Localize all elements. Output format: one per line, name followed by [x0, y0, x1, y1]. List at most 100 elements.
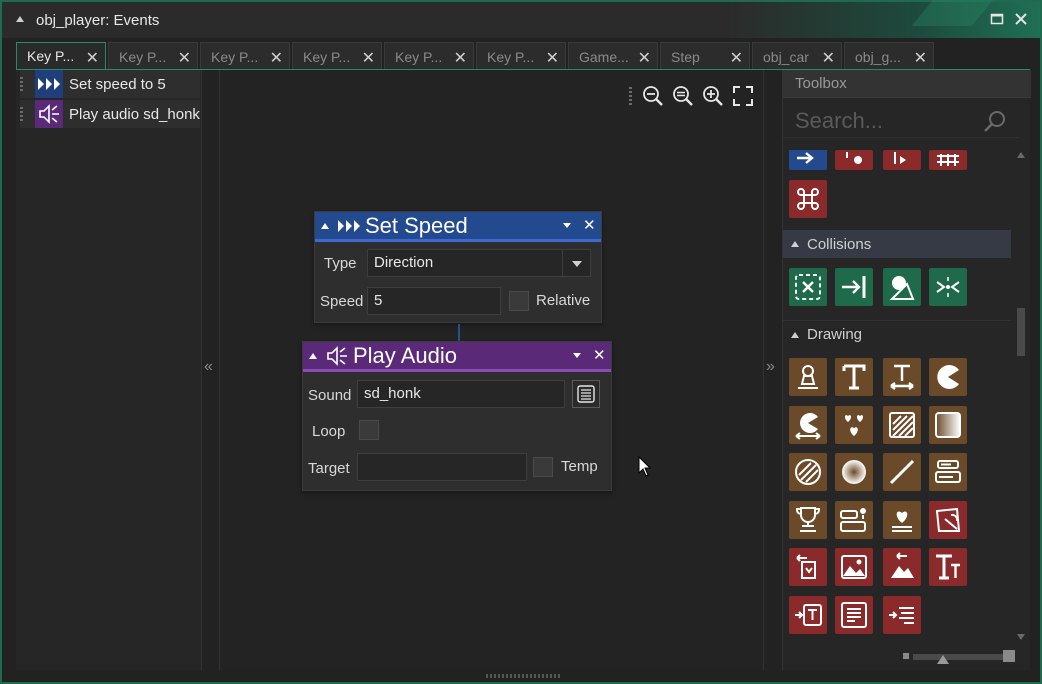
jump-to-icon[interactable]: [789, 150, 827, 170]
zoom-out-button[interactable]: [640, 83, 666, 109]
tab-close-icon[interactable]: ✕: [822, 48, 835, 68]
draw-lives-icon[interactable]: [835, 406, 873, 444]
draw-gradient-icon[interactable]: [929, 406, 967, 444]
tab-game[interactable]: Game... ✕: [568, 42, 658, 70]
tab-key-press-3[interactable]: Key P... ✕: [200, 42, 290, 70]
draw-tiled-icon[interactable]: [883, 406, 921, 444]
tab-key-press-5[interactable]: Key P... ✕: [384, 42, 474, 70]
draw-sprite-transformed-icon[interactable]: [789, 548, 827, 586]
collapse-category-icon[interactable]: [791, 331, 799, 338]
zoom-reset-button[interactable]: [670, 83, 696, 109]
block-close-icon[interactable]: ✕: [593, 346, 606, 364]
move-to-contact-icon[interactable]: [835, 268, 873, 306]
tab-key-press-2[interactable]: Key P... ✕: [108, 42, 198, 70]
path-start-icon[interactable]: [883, 150, 921, 170]
draw-pie-scaled-icon[interactable]: [789, 406, 827, 444]
scrollbar-thumb[interactable]: [1017, 308, 1025, 356]
slider-handle[interactable]: [937, 655, 949, 664]
target-input[interactable]: [357, 453, 527, 481]
fit-view-button[interactable]: [730, 83, 756, 109]
toolbar-grip-icon[interactable]: [629, 87, 632, 105]
toolbox-search-input[interactable]: Search...: [783, 102, 1019, 138]
draw-ellipse-gradient-icon[interactable]: [835, 453, 873, 491]
set-speed-block[interactable]: Set Speed ✕ Type Direction Speed 5 Relat…: [314, 211, 602, 323]
draw-text-transformed-icon[interactable]: [929, 548, 967, 586]
draw-healthbar-icon[interactable]: [929, 358, 967, 396]
relative-checkbox[interactable]: [509, 291, 529, 311]
text-align-icon[interactable]: [835, 596, 873, 634]
draw-text-icon[interactable]: [835, 358, 873, 396]
draw-instance-var-icon[interactable]: [835, 501, 873, 539]
block-close-icon[interactable]: ✕: [583, 216, 596, 234]
drag-handle-icon[interactable]: [20, 107, 23, 121]
loop-checkbox[interactable]: [359, 420, 379, 440]
maximize-button[interactable]: [988, 12, 1006, 30]
draw-sprite-icon[interactable]: [929, 501, 967, 539]
collapse-block-icon[interactable]: [309, 352, 317, 359]
draw-text-scaled-icon[interactable]: [883, 358, 921, 396]
draw-self-icon[interactable]: [789, 358, 827, 396]
toolbox-scrollbar[interactable]: [1015, 150, 1027, 640]
action-list-item-play-audio[interactable]: Play audio sd_honk: [20, 100, 200, 128]
resize-grip[interactable]: [486, 674, 562, 678]
draw-line-icon[interactable]: [883, 453, 921, 491]
sound-input[interactable]: sd_honk: [357, 380, 565, 408]
collision-point-icon[interactable]: [883, 268, 921, 306]
collision-check-icon[interactable]: [789, 268, 827, 306]
set-speed-block-header[interactable]: Set Speed ✕: [315, 212, 601, 242]
drag-handle-icon[interactable]: [20, 77, 23, 91]
tab-close-icon[interactable]: ✕: [730, 48, 743, 68]
search-icon[interactable]: [983, 109, 1007, 138]
icon-size-slider[interactable]: [903, 650, 1015, 664]
collapse-category-icon[interactable]: [791, 241, 799, 247]
tab-close-icon[interactable]: ✕: [638, 48, 651, 68]
text-valign-icon[interactable]: [883, 596, 921, 634]
tab-close-icon[interactable]: ✕: [270, 48, 283, 68]
draw-image-icon[interactable]: [835, 548, 873, 586]
tab-close-icon[interactable]: ✕: [914, 48, 927, 68]
scroll-down-icon[interactable]: [1017, 634, 1025, 640]
tab-close-icon[interactable]: ✕: [454, 48, 467, 68]
path-point-icon[interactable]: [835, 150, 873, 170]
tab-close-icon[interactable]: ✕: [362, 48, 375, 68]
path-track-icon[interactable]: [929, 150, 967, 170]
collapse-window-icon[interactable]: [16, 16, 24, 22]
draw-ellipse-icon[interactable]: [789, 453, 827, 491]
tab-key-press-1[interactable]: Key P... ✕: [16, 42, 106, 70]
tab-close-icon[interactable]: ✕: [86, 48, 99, 68]
tab-step[interactable]: Step ✕: [660, 42, 750, 70]
close-window-button[interactable]: [1012, 12, 1030, 30]
zoom-in-button[interactable]: [700, 83, 726, 109]
type-select[interactable]: Direction: [367, 249, 591, 278]
resource-picker-button[interactable]: [572, 380, 600, 408]
draw-variable-icon[interactable]: [929, 453, 967, 491]
play-audio-block[interactable]: Play Audio ✕ Sound sd_honk Loop Target T…: [302, 341, 612, 491]
scroll-up-icon[interactable]: [1017, 152, 1025, 158]
set-text-icon[interactable]: [789, 596, 827, 634]
speed-input[interactable]: 5: [367, 287, 501, 315]
tab-close-icon[interactable]: ✕: [178, 48, 191, 68]
draw-background-icon[interactable]: [883, 548, 921, 586]
bounce-icon[interactable]: [929, 268, 967, 306]
collapse-left-icon[interactable]: «: [204, 358, 213, 376]
block-menu-icon[interactable]: [573, 353, 581, 358]
collapse-right-icon[interactable]: »: [766, 358, 775, 376]
draw-health-icon[interactable]: [883, 501, 921, 539]
action-list-item-set-speed[interactable]: Set speed to 5: [20, 70, 200, 98]
collapse-block-icon[interactable]: [321, 222, 329, 229]
temp-checkbox[interactable]: [533, 457, 553, 477]
command-icon[interactable]: [789, 180, 827, 218]
tab-obj-g[interactable]: obj_g... ✕: [844, 42, 934, 70]
tab-key-press-4[interactable]: Key P... ✕: [292, 42, 382, 70]
play-audio-block-header[interactable]: Play Audio ✕: [303, 342, 611, 372]
tab-key-press-6[interactable]: Key P... ✕: [476, 42, 566, 70]
chevron-down-icon[interactable]: [562, 250, 590, 278]
category-drawing[interactable]: Drawing: [783, 320, 1011, 348]
tab-obj-car[interactable]: obj_car ✕: [752, 42, 842, 70]
tab-close-icon[interactable]: ✕: [546, 48, 559, 68]
title-bar[interactable]: obj_player: Events: [2, 0, 1040, 38]
block-menu-icon[interactable]: [563, 223, 571, 228]
category-collisions[interactable]: Collisions: [783, 230, 1011, 258]
draw-score-icon[interactable]: [789, 501, 827, 539]
slider-track[interactable]: [913, 654, 1003, 660]
